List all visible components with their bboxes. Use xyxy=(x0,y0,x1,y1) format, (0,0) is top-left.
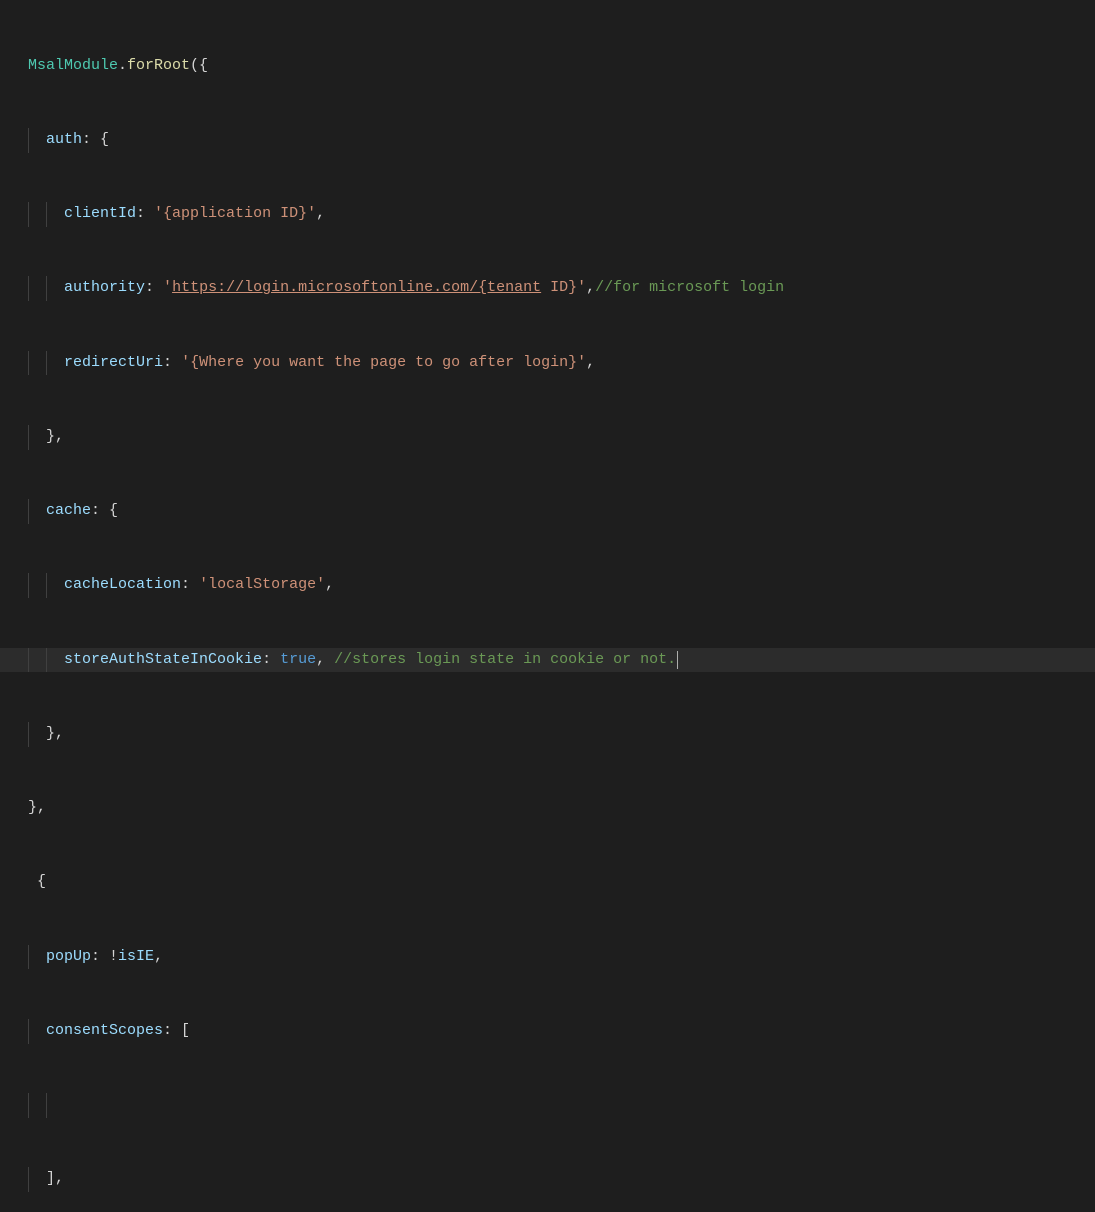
token-brace: ], xyxy=(46,1167,64,1192)
code-line: cacheLocation: 'localStorage', xyxy=(0,573,1095,598)
token-func: forRoot xyxy=(127,54,190,79)
token-var: isIE xyxy=(118,945,154,970)
code-line: popUp: !isIE, xyxy=(0,945,1095,970)
token-prop: clientId xyxy=(64,202,136,227)
token-prop: cacheLocation xyxy=(64,573,181,598)
code-line: cache: { xyxy=(0,499,1095,524)
token-string: 'localStorage' xyxy=(199,573,325,598)
token-brace: { xyxy=(37,870,46,895)
code-line-active: storeAuthStateInCookie: true, //stores l… xyxy=(0,648,1095,673)
code-line: redirectUri: '{Where you want the page t… xyxy=(0,351,1095,376)
token-string: '{application ID}' xyxy=(154,202,316,227)
code-line: { xyxy=(0,870,1095,895)
token-prop: consentScopes xyxy=(46,1019,163,1044)
token-brace: }, xyxy=(46,425,64,450)
token-punct: . xyxy=(118,54,127,79)
code-line: }, xyxy=(0,796,1095,821)
token-url: https://login.microsoftonline.com/{tenan… xyxy=(172,276,541,301)
token-prop: popUp xyxy=(46,945,91,970)
token-keyword: true xyxy=(280,648,316,673)
token-prop: storeAuthStateInCookie xyxy=(64,648,262,673)
token-prop: cache xyxy=(46,499,91,524)
code-line: }, xyxy=(0,425,1095,450)
code-line: authority: 'https://login.microsoftonlin… xyxy=(0,276,1095,301)
token-brace: }, xyxy=(28,796,46,821)
token-comment: //stores login state in cookie or not. xyxy=(334,648,676,673)
code-line: }, xyxy=(0,722,1095,747)
token-prop: authority xyxy=(64,276,145,301)
code-line xyxy=(0,1093,1095,1118)
token-brace: }, xyxy=(46,722,64,747)
token-prop: auth xyxy=(46,128,82,153)
code-line: auth: { xyxy=(0,128,1095,153)
token-type: MsalModule xyxy=(28,54,118,79)
code-line: MsalModule.forRoot({ xyxy=(0,54,1095,79)
token-comment: //for microsoft login xyxy=(595,276,784,301)
token-prop: redirectUri xyxy=(64,351,163,376)
code-editor[interactable]: MsalModule.forRoot({ auth: { clientId: '… xyxy=(0,4,1095,1212)
token-brace: ({ xyxy=(190,54,208,79)
code-line: ], xyxy=(0,1167,1095,1192)
token-punct: : { xyxy=(82,128,109,153)
code-line: clientId: '{application ID}', xyxy=(0,202,1095,227)
token-string: '{Where you want the page to go after lo… xyxy=(181,351,586,376)
code-line: consentScopes: [ xyxy=(0,1019,1095,1044)
text-cursor xyxy=(677,651,678,669)
